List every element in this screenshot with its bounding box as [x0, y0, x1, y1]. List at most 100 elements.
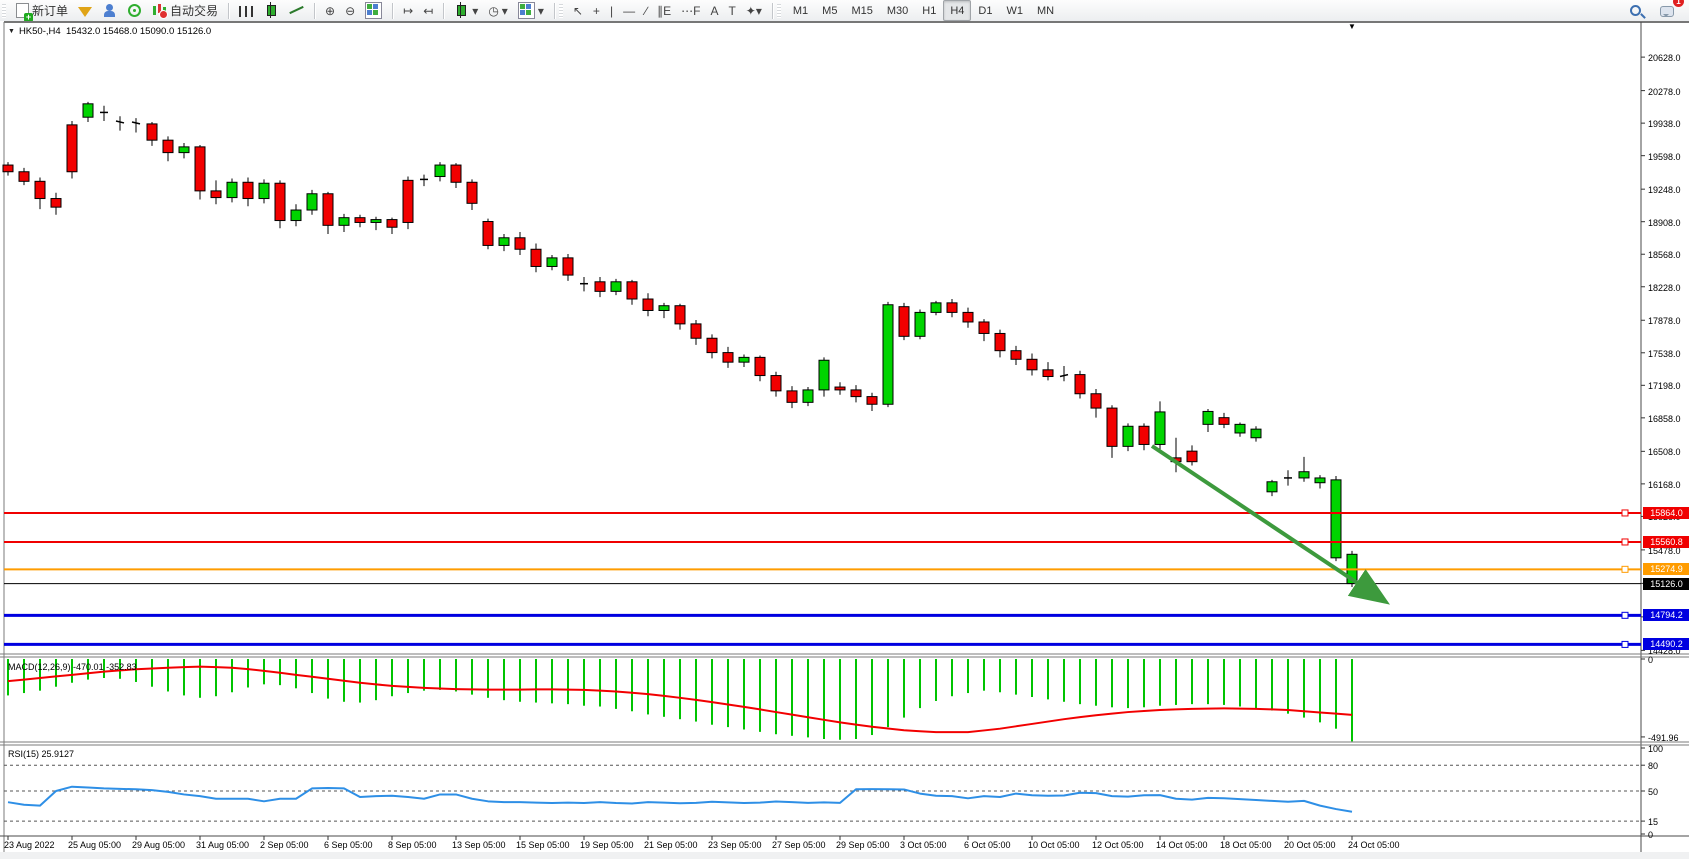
resistance-line-2-handle[interactable]	[1622, 539, 1628, 545]
candlestick-chart-button[interactable]	[259, 0, 284, 21]
timeframe-w1-button[interactable]: W1	[999, 0, 1030, 21]
bull-candle	[739, 357, 749, 362]
support-line-blue-1-handle[interactable]	[1622, 612, 1628, 618]
bear-candle	[867, 397, 877, 405]
bar-chart-icon	[239, 6, 254, 17]
resistance-line-1-handle[interactable]	[1622, 510, 1628, 516]
price-axis-tick-label: 17538.0	[1648, 349, 1681, 359]
bear-candle	[483, 222, 493, 246]
bull-candle	[1235, 424, 1245, 433]
notifications-button[interactable]: 1	[1655, 0, 1679, 21]
chart-shift-button[interactable]: ↤	[418, 0, 438, 21]
text-label-tool[interactable]: T	[723, 0, 740, 21]
trend-arrow-object[interactable]	[1152, 446, 1380, 598]
channel-tool[interactable]: ∥E	[652, 0, 676, 21]
zoom-in-button[interactable]: ⊕	[320, 0, 340, 21]
time-axis-label: 29 Sep 05:00	[836, 840, 890, 850]
bear-candle	[1075, 375, 1085, 394]
market-watch-button[interactable]	[73, 0, 97, 21]
bull-candle	[931, 303, 941, 313]
bull-candle	[547, 258, 557, 267]
timeframe-m1-button[interactable]: M1	[786, 0, 815, 21]
chart-shift-marker-icon[interactable]: ▼	[1348, 22, 1356, 31]
time-axis-label: 21 Sep 05:00	[644, 840, 698, 850]
template-button[interactable]: ▾	[513, 0, 549, 21]
bear-candle	[467, 182, 477, 203]
bear-candle	[355, 218, 365, 223]
bear-candle	[1043, 370, 1053, 377]
chart-shift-button-glyph-icon: ↤	[423, 5, 433, 17]
bear-candle	[899, 307, 909, 337]
bear-candle	[691, 324, 701, 338]
price-axis-tick-label: 16168.0	[1648, 480, 1681, 490]
zoom-out-button[interactable]: ⊖	[340, 0, 360, 21]
crosshair-tool[interactable]: +	[588, 0, 605, 21]
tile-windows-button[interactable]	[360, 0, 387, 21]
line-chart-button[interactable]	[284, 0, 309, 21]
text-label-tool-glyph-icon: T	[728, 5, 735, 17]
macd-axis-label: 0	[1648, 655, 1653, 665]
support-line-blue-2-handle[interactable]	[1622, 641, 1628, 647]
period-button[interactable]: ◷▾	[483, 0, 513, 21]
new-order-button[interactable]: 新订单	[11, 0, 73, 21]
candlestick-chart-icon	[267, 5, 276, 16]
timeframe-h1-button[interactable]: H1	[915, 0, 943, 21]
timeframe-d1-button[interactable]: D1	[971, 0, 999, 21]
bear-candle	[1139, 426, 1149, 444]
bar-chart-button[interactable]	[234, 0, 259, 21]
support-line-orange-price-label: 15274.9	[1643, 563, 1689, 575]
arrows-tool[interactable]: ✦▾	[741, 0, 767, 21]
price-axis-tick-label: 20278.0	[1648, 87, 1681, 97]
notification-badge: 1	[1673, 0, 1684, 7]
main-toolbar: 新订单自动交易⊕⊖↦↤▾◷▾▾↖+|—∕∥E⋯FAT✦▾M1M5M15M30H1…	[0, 0, 1689, 22]
autotrading-icon	[152, 3, 167, 18]
template-icon	[518, 2, 535, 19]
crosshair-tool-glyph-icon: +	[593, 5, 600, 17]
price-axis-tick-label: 19248.0	[1648, 185, 1681, 195]
bull-candle	[179, 147, 189, 153]
profiles-button[interactable]	[97, 0, 122, 21]
resistance-line-2-price-label: 15560.8	[1643, 536, 1689, 548]
profiles-icon	[102, 3, 117, 18]
toolbar-grip	[2, 4, 6, 18]
bear-candle	[275, 183, 285, 220]
bear-candle	[835, 387, 845, 390]
time-axis-label: 8 Sep 05:00	[388, 840, 437, 850]
navigator-button[interactable]	[122, 0, 147, 21]
support-line-orange-handle[interactable]	[1622, 566, 1628, 572]
timeframe-m5-button[interactable]: M5	[815, 0, 844, 21]
resistance-line-1-price-label: 15864.0	[1643, 507, 1689, 519]
bull-candle	[1155, 412, 1165, 445]
bear-candle	[643, 299, 653, 310]
period-button-glyph-icon: ▾	[502, 5, 508, 17]
fibonacci-tool[interactable]: ⋯F	[676, 0, 705, 21]
auto-scroll-button[interactable]: ↦	[398, 0, 418, 21]
bull-candle	[339, 218, 349, 226]
bull-candle	[1267, 482, 1277, 492]
price-axis-tick-label: 16508.0	[1648, 447, 1681, 457]
cursor-tool[interactable]: ↖	[568, 0, 588, 21]
bull-candle	[291, 210, 301, 221]
bear-candle	[531, 249, 541, 266]
bear-candle	[1187, 451, 1197, 462]
rsi-axis-label: 80	[1648, 761, 1658, 771]
navigator-icon	[128, 4, 141, 17]
bull-candle	[611, 282, 621, 292]
timeframe-m30-button[interactable]: M30	[880, 0, 915, 21]
support-line-blue-2-price-label: 14490.2	[1643, 638, 1689, 650]
timeframe-mn-button[interactable]: MN	[1030, 0, 1061, 21]
chart-collapse-icon[interactable]: ▼	[8, 28, 15, 35]
time-axis-label: 18 Oct 05:00	[1220, 840, 1272, 850]
price-axis-tick-label: 16858.0	[1648, 414, 1681, 424]
bull-candle	[1331, 480, 1341, 558]
search-button[interactable]	[1624, 0, 1647, 21]
autotrading-button[interactable]: 自动交易	[147, 0, 223, 21]
new-chart-button[interactable]: ▾	[449, 0, 483, 21]
timeframe-h4-button[interactable]: H4	[943, 0, 971, 21]
vertical-line-tool[interactable]: |	[605, 0, 618, 21]
text-tool[interactable]: A	[705, 0, 723, 21]
trendline-tool[interactable]: ∕	[640, 0, 652, 21]
timeframe-m15-button[interactable]: M15	[844, 0, 879, 21]
period-button-icon: ◷	[488, 5, 498, 17]
horizontal-line-tool[interactable]: —	[618, 0, 640, 21]
